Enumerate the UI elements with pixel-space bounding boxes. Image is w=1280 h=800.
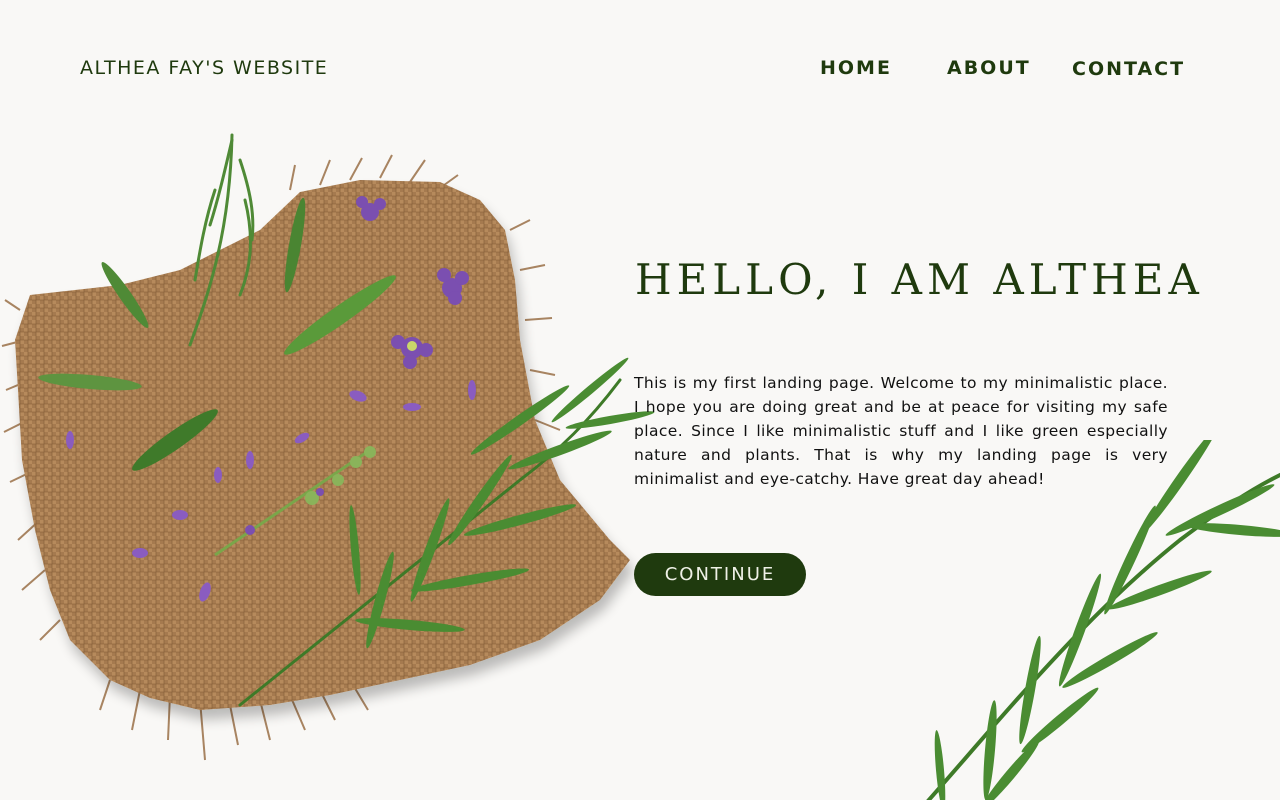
hero-heading: HELLO, I AM ALTHEA <box>635 255 1204 304</box>
hero-description: This is my first landing page. Welcome t… <box>634 374 1168 488</box>
hero-burlap-herbs-image <box>1 133 655 761</box>
nav-contact-link[interactable]: CONTACT <box>1072 58 1185 80</box>
nav-home-link[interactable]: HOME <box>820 57 892 79</box>
main-nav: HOME ABOUT CONTACT <box>0 57 1280 87</box>
continue-button[interactable]: CONTINUE <box>634 553 806 596</box>
corner-rosemary-image <box>926 440 1280 800</box>
nav-about-link[interactable]: ABOUT <box>947 57 1031 79</box>
